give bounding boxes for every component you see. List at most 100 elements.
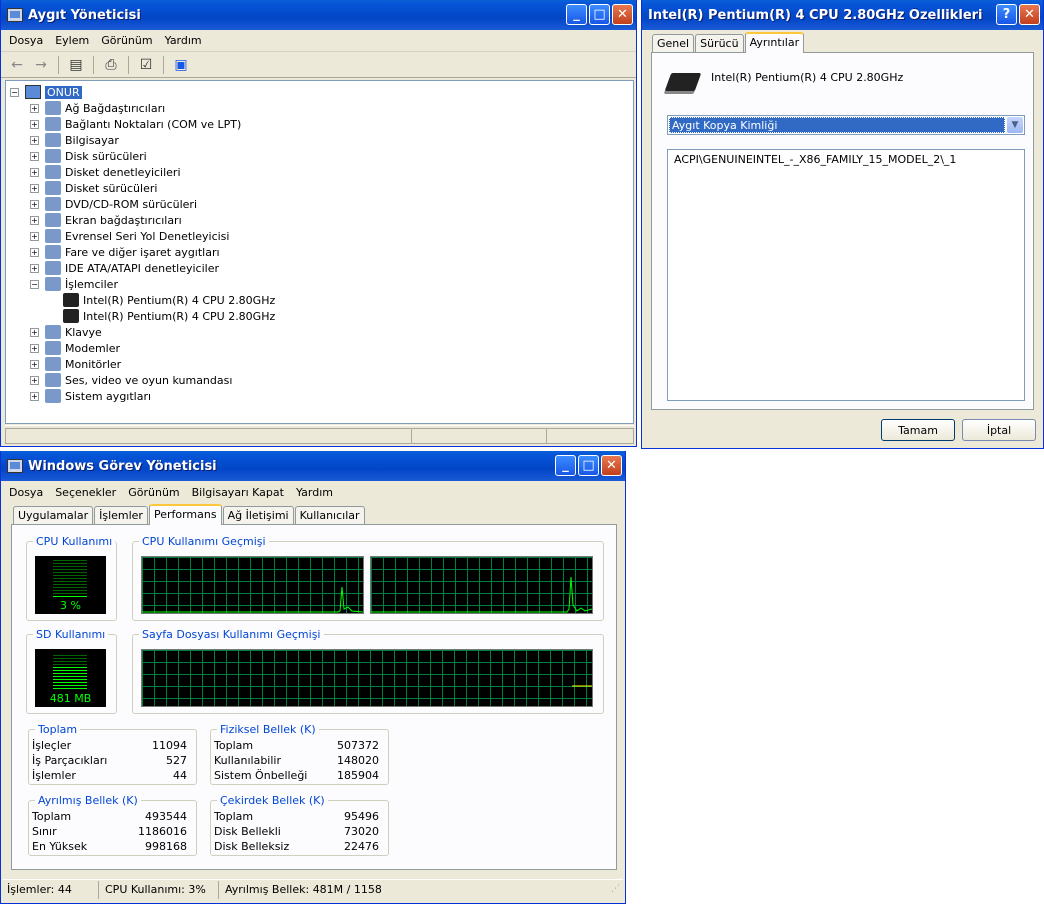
tree-category[interactable]: + Sistem aygıtları bbox=[30, 388, 151, 404]
tree-category[interactable]: + Klavye bbox=[30, 324, 102, 340]
tree-category[interactable]: + Ses, video ve oyun kumandası bbox=[30, 372, 232, 388]
device-manager-titlebar[interactable]: Aygıt Yöneticisi _ □ ✕ bbox=[1, 0, 636, 30]
expand-icon[interactable]: + bbox=[30, 375, 39, 385]
pf-history-graph bbox=[141, 649, 593, 707]
stat-label: En Yüksek bbox=[32, 840, 88, 853]
menu-dosya[interactable]: Dosya bbox=[3, 34, 49, 47]
expand-icon[interactable]: + bbox=[30, 391, 39, 401]
stat-label: İşleçler bbox=[32, 739, 72, 752]
tab-applications[interactable]: Uygulamalar bbox=[13, 506, 94, 524]
stat-value: 507372 bbox=[337, 739, 379, 752]
ok-button[interactable]: Tamam bbox=[881, 419, 955, 441]
tab-users[interactable]: Kullanıcılar bbox=[294, 506, 365, 524]
tree-item-label: IDE ATA/ATAPI denetleyiciler bbox=[65, 261, 220, 275]
close-button[interactable]: ✕ bbox=[601, 455, 622, 476]
chevron-down-icon[interactable]: ▼ bbox=[1007, 117, 1023, 133]
expand-icon[interactable]: + bbox=[30, 263, 39, 273]
collapse-icon[interactable]: − bbox=[10, 87, 19, 97]
tree-child-item[interactable]: Intel(R) Pentium(R) 4 CPU 2.80GHz bbox=[63, 292, 275, 308]
tree-category[interactable]: + Monitörler bbox=[30, 356, 121, 372]
menu-bilgisayari-kapat[interactable]: Bilgisayarı Kapat bbox=[186, 486, 290, 499]
tree-category[interactable]: + Disket denetleyicileri bbox=[30, 164, 181, 180]
tab-surucu[interactable]: Sürücü bbox=[695, 34, 744, 52]
tree-category[interactable]: + Fare ve diğer işaret aygıtları bbox=[30, 244, 220, 260]
tree-category[interactable]: + Modemler bbox=[30, 340, 120, 356]
menu-eylem[interactable]: Eylem bbox=[49, 34, 95, 47]
tree-category[interactable]: + Ekran bağdaştırıcıları bbox=[30, 212, 182, 228]
expand-icon[interactable]: + bbox=[30, 231, 39, 241]
expand-icon[interactable]: + bbox=[30, 327, 39, 337]
back-arrow-icon[interactable]: ← bbox=[7, 56, 27, 74]
property-select[interactable]: Aygıt Kopya Kimliği ▼ bbox=[667, 115, 1025, 135]
menu-secenekler[interactable]: Seçenekler bbox=[49, 486, 122, 499]
resize-grip-icon[interactable]: ⋰ bbox=[611, 884, 623, 896]
expand-icon[interactable]: + bbox=[30, 343, 39, 353]
value-list[interactable]: ACPI\GENUINEINTEL_-_X86_FAMILY_15_MODEL_… bbox=[667, 149, 1025, 401]
status-commit: Ayrılmış Bellek: 481M / 1158 bbox=[225, 882, 382, 896]
maximize-button[interactable]: □ bbox=[589, 4, 610, 25]
expand-icon[interactable]: + bbox=[30, 215, 39, 225]
tree-category[interactable]: + Ağ Bağdaştırıcıları bbox=[30, 100, 165, 116]
stat-row: Disk Belleksiz 22476 bbox=[214, 840, 379, 853]
expand-icon[interactable]: + bbox=[30, 359, 39, 369]
help-button[interactable]: ? bbox=[996, 4, 1017, 25]
properties-titlebar[interactable]: Intel(R) Pentium(R) 4 CPU 2.80GHz Özelli… bbox=[642, 0, 1043, 30]
tree-child-item[interactable]: Intel(R) Pentium(R) 4 CPU 2.80GHz bbox=[63, 308, 275, 324]
minimize-button[interactable]: _ bbox=[555, 455, 576, 476]
pf-history-group: Sayfa Dosyası Kullanımı Geçmişi bbox=[132, 628, 604, 714]
tree-category[interactable]: + Disk sürücüleri bbox=[30, 148, 147, 164]
properties-icon[interactable]: ☑ bbox=[136, 56, 156, 74]
scan-hardware-icon[interactable]: ▣ bbox=[171, 56, 191, 74]
menu-dosya[interactable]: Dosya bbox=[3, 486, 49, 499]
stat-value: 527 bbox=[166, 754, 187, 767]
expand-icon[interactable]: + bbox=[30, 135, 39, 145]
expand-icon[interactable]: + bbox=[30, 199, 39, 209]
tab-ayrintilar[interactable]: Ayrıntılar bbox=[744, 32, 805, 53]
tab-genel[interactable]: Genel bbox=[652, 34, 695, 52]
tree-category[interactable]: + DVD/CD-ROM sürücüleri bbox=[30, 196, 197, 212]
window-title: Windows Görev Yöneticisi bbox=[28, 458, 217, 474]
value-item[interactable]: ACPI\GENUINEINTEL_-_X86_FAMILY_15_MODEL_… bbox=[674, 153, 956, 166]
tab-networking[interactable]: Ağ İletişimi bbox=[222, 506, 294, 524]
kernel-memory-group: Çekirdek Bellek (K) Toplam 95496 Disk Bell… bbox=[210, 794, 389, 856]
expand-icon[interactable]: + bbox=[30, 119, 39, 129]
menu-yardim[interactable]: Yardım bbox=[290, 486, 339, 499]
expand-icon[interactable]: + bbox=[30, 167, 39, 177]
tree-category[interactable]: + Evrensel Seri Yol Denetleyicisi bbox=[30, 228, 229, 244]
tree-category[interactable]: − İşlemciler bbox=[30, 276, 118, 292]
tab-processes[interactable]: İşlemler bbox=[94, 506, 148, 524]
tree-root[interactable]: − ONUR bbox=[10, 84, 82, 100]
collapse-icon[interactable]: − bbox=[30, 279, 39, 289]
expand-icon[interactable]: + bbox=[30, 103, 39, 113]
maximize-button[interactable]: □ bbox=[578, 455, 599, 476]
tree-root-label: ONUR bbox=[45, 85, 82, 99]
show-hide-tree-icon[interactable]: ▤ bbox=[66, 56, 86, 74]
device-name: Intel(R) Pentium(R) 4 CPU 2.80GHz bbox=[711, 71, 904, 84]
tree-category[interactable]: + Bağlantı Noktaları (COM ve LPT) bbox=[30, 116, 241, 132]
tree-category[interactable]: + Bilgisayar bbox=[30, 132, 119, 148]
tree-category[interactable]: + IDE ATA/ATAPI denetleyiciler bbox=[30, 260, 219, 276]
forward-arrow-icon[interactable]: → bbox=[31, 56, 51, 74]
menu-gorunum[interactable]: Görünüm bbox=[122, 486, 185, 499]
menu-gorunum[interactable]: Görünüm bbox=[95, 34, 158, 47]
window-title: Aygıt Yöneticisi bbox=[28, 7, 141, 23]
device-category-icon bbox=[45, 341, 61, 355]
expand-icon[interactable]: + bbox=[30, 151, 39, 161]
minimize-button[interactable]: _ bbox=[566, 4, 587, 25]
close-button[interactable]: ✕ bbox=[612, 4, 633, 25]
print-icon[interactable]: ⎙ bbox=[101, 56, 121, 74]
task-manager-titlebar[interactable]: Windows Görev Yöneticisi _ □ ✕ bbox=[1, 451, 625, 481]
tab-performance[interactable]: Performans bbox=[148, 504, 222, 525]
close-button[interactable]: ✕ bbox=[1019, 4, 1040, 25]
expand-icon[interactable]: + bbox=[30, 183, 39, 193]
device-category-icon bbox=[45, 229, 61, 243]
tree-item-label: Evrensel Seri Yol Denetleyicisi bbox=[65, 229, 230, 243]
menu-yardim[interactable]: Yardım bbox=[159, 34, 208, 47]
cancel-button[interactable]: İptal bbox=[962, 419, 1036, 441]
tree-category[interactable]: + Disket sürücüleri bbox=[30, 180, 157, 196]
cpu-usage-value: 3 % bbox=[60, 599, 81, 612]
tree-item-label: Disk sürücüleri bbox=[65, 149, 147, 163]
expand-icon[interactable]: + bbox=[30, 247, 39, 257]
computer-icon bbox=[25, 85, 41, 99]
stat-label: Disk Belleksiz bbox=[214, 840, 290, 853]
